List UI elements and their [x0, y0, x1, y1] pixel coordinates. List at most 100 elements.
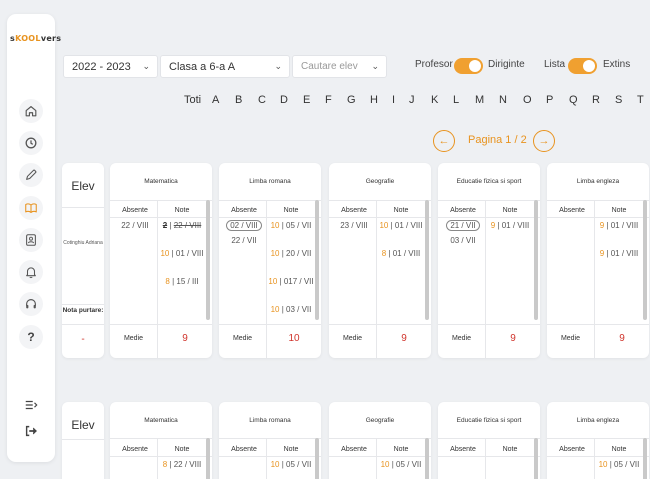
letter-filter-p[interactable]: P: [546, 94, 553, 106]
letter-filter-c[interactable]: C: [258, 94, 266, 106]
book-icon[interactable]: [19, 196, 43, 220]
letter-filter-k[interactable]: K: [431, 94, 438, 106]
clock-icon[interactable]: [19, 131, 43, 155]
scrollbar[interactable]: [643, 438, 647, 479]
absence-entry[interactable]: 02 / VIII: [223, 220, 265, 231]
toggle-label-diriginte: Diriginte: [488, 59, 525, 70]
note-header: Note: [393, 446, 409, 453]
absente-header: Absente: [559, 446, 585, 453]
letter-filter-all[interactable]: Toti: [184, 94, 201, 106]
letter-filter-a[interactable]: A: [212, 94, 219, 106]
letter-filter-o[interactable]: O: [523, 94, 532, 106]
divider: [547, 438, 649, 439]
student-name[interactable]: Cotinghiu Adriana: [62, 239, 104, 247]
divider: [110, 200, 212, 201]
year-select[interactable]: 2022 - 2023 ⌄: [63, 55, 158, 78]
sidebar: sKOOLvers ?: [7, 14, 61, 462]
help-icon[interactable]: ?: [19, 325, 43, 349]
letter-filter-n[interactable]: N: [499, 94, 507, 106]
scrollbar[interactable]: [206, 438, 210, 479]
grade-entry[interactable]: 10 | 05 / VII: [377, 460, 425, 470]
grade-entry[interactable]: 10 | 03 / VII: [267, 305, 315, 315]
grade-entry[interactable]: 8 | 01 / VIII: [377, 249, 425, 259]
toggle-label-profesor: Profesor: [415, 59, 453, 70]
medie-value: 10: [288, 333, 300, 344]
note-header: Note: [611, 446, 627, 453]
scrollbar[interactable]: [425, 200, 429, 320]
scrollbar[interactable]: [315, 200, 319, 320]
student-column: Elev: [62, 402, 104, 479]
subject-card: Geografie Absente Note 23 / VIII 10 | 01 / V…: [329, 163, 431, 358]
grade-entry[interactable]: 9 | 01 / VIII: [595, 221, 643, 231]
grade-entry[interactable]: 10 | 01 / VIII: [158, 249, 206, 259]
grade-entry[interactable]: 9 | 01 / VIII: [595, 249, 643, 259]
grade-entry[interactable]: 10 | 017 / VII: [267, 277, 315, 287]
letter-filter-e[interactable]: E: [303, 94, 310, 106]
nota-purtare-label: Nota purtare:: [62, 307, 104, 314]
divider: [547, 217, 649, 218]
absence-entry[interactable]: 23 / VIII: [333, 221, 375, 230]
pencil-icon[interactable]: [19, 163, 43, 187]
bell-icon[interactable]: [19, 260, 43, 284]
medie-value: 9: [401, 333, 407, 344]
letter-filter-q[interactable]: Q: [569, 94, 578, 106]
grade-entry[interactable]: 2 | 22 / VIII: [158, 221, 206, 231]
letter-filter-b[interactable]: B: [235, 94, 242, 106]
headset-icon[interactable]: [19, 292, 43, 316]
letter-filter-r[interactable]: R: [592, 94, 600, 106]
note-header: Note: [174, 446, 190, 453]
scrollbar[interactable]: [206, 200, 210, 320]
letter-filter-i[interactable]: I: [392, 94, 395, 106]
letter-filter-t[interactable]: T: [637, 94, 644, 106]
letter-filter-s[interactable]: S: [615, 94, 622, 106]
subject-title: Matematica: [144, 417, 178, 424]
absence-entry[interactable]: 21 / VII: [442, 220, 484, 231]
next-page-button[interactable]: →: [533, 130, 555, 152]
divider: [438, 200, 540, 201]
grade-entry[interactable]: 8 | 22 / VIII: [158, 460, 206, 470]
grade-entry[interactable]: 10 | 05 / VII: [267, 221, 315, 231]
scrollbar[interactable]: [315, 438, 319, 479]
letter-filter-j[interactable]: J: [409, 94, 415, 106]
letter-filter-g[interactable]: G: [347, 94, 356, 106]
letter-filter-h[interactable]: H: [370, 94, 378, 106]
class-select[interactable]: Clasa a 6-a A ⌄: [160, 55, 290, 78]
grade-entry[interactable]: 10 | 01 / VIII: [377, 221, 425, 231]
letter-filter-l[interactable]: L: [453, 94, 459, 106]
collapse-menu-icon[interactable]: [19, 393, 43, 417]
divider: [266, 438, 267, 479]
grade-entry[interactable]: 8 | 15 / III: [158, 277, 206, 287]
divider: [438, 438, 540, 439]
letter-filter-m[interactable]: M: [475, 94, 484, 106]
subject-card: Matematica Absente Note 8 | 22 / VIII: [110, 402, 212, 479]
subject-card: Educatie fizica si sport Absente Note: [438, 402, 540, 479]
contact-icon[interactable]: [19, 228, 43, 252]
letter-filter-d[interactable]: D: [280, 94, 288, 106]
grade-entry[interactable]: 10 | 05 / VII: [595, 460, 643, 470]
logout-icon[interactable]: [19, 419, 43, 443]
divider: [219, 438, 321, 439]
role-toggle[interactable]: [454, 58, 483, 74]
view-toggle[interactable]: [568, 58, 597, 74]
prev-page-button[interactable]: ←: [433, 130, 455, 152]
grade-entry[interactable]: 10 | 05 / VII: [267, 460, 315, 470]
letter-filter: Toti A B C D E F G H I J K L M N O P Q R S T: [0, 94, 650, 108]
medie-label: Medie: [123, 335, 144, 342]
absence-entry[interactable]: 22 / VIII: [114, 221, 156, 230]
divider: [547, 456, 649, 457]
absence-entry[interactable]: 22 / VII: [223, 236, 265, 245]
student-search-input[interactable]: Cautare elev ⌄: [292, 55, 387, 78]
divider: [547, 324, 649, 325]
divider: [376, 438, 377, 479]
scrollbar[interactable]: [425, 438, 429, 479]
grade-entry[interactable]: 10 | 20 / VII: [267, 249, 315, 259]
letter-filter-f[interactable]: F: [325, 94, 332, 106]
divider: [110, 324, 212, 325]
divider: [157, 438, 158, 479]
scrollbar[interactable]: [643, 200, 647, 320]
scrollbar[interactable]: [534, 200, 538, 320]
grade-entry[interactable]: 9 | 01 / VIII: [486, 221, 534, 231]
absence-entry[interactable]: 03 / VII: [442, 236, 484, 245]
scrollbar[interactable]: [534, 438, 538, 479]
subject-card: Limba engleza Absente Note 10 | 05 / VII: [547, 402, 649, 479]
